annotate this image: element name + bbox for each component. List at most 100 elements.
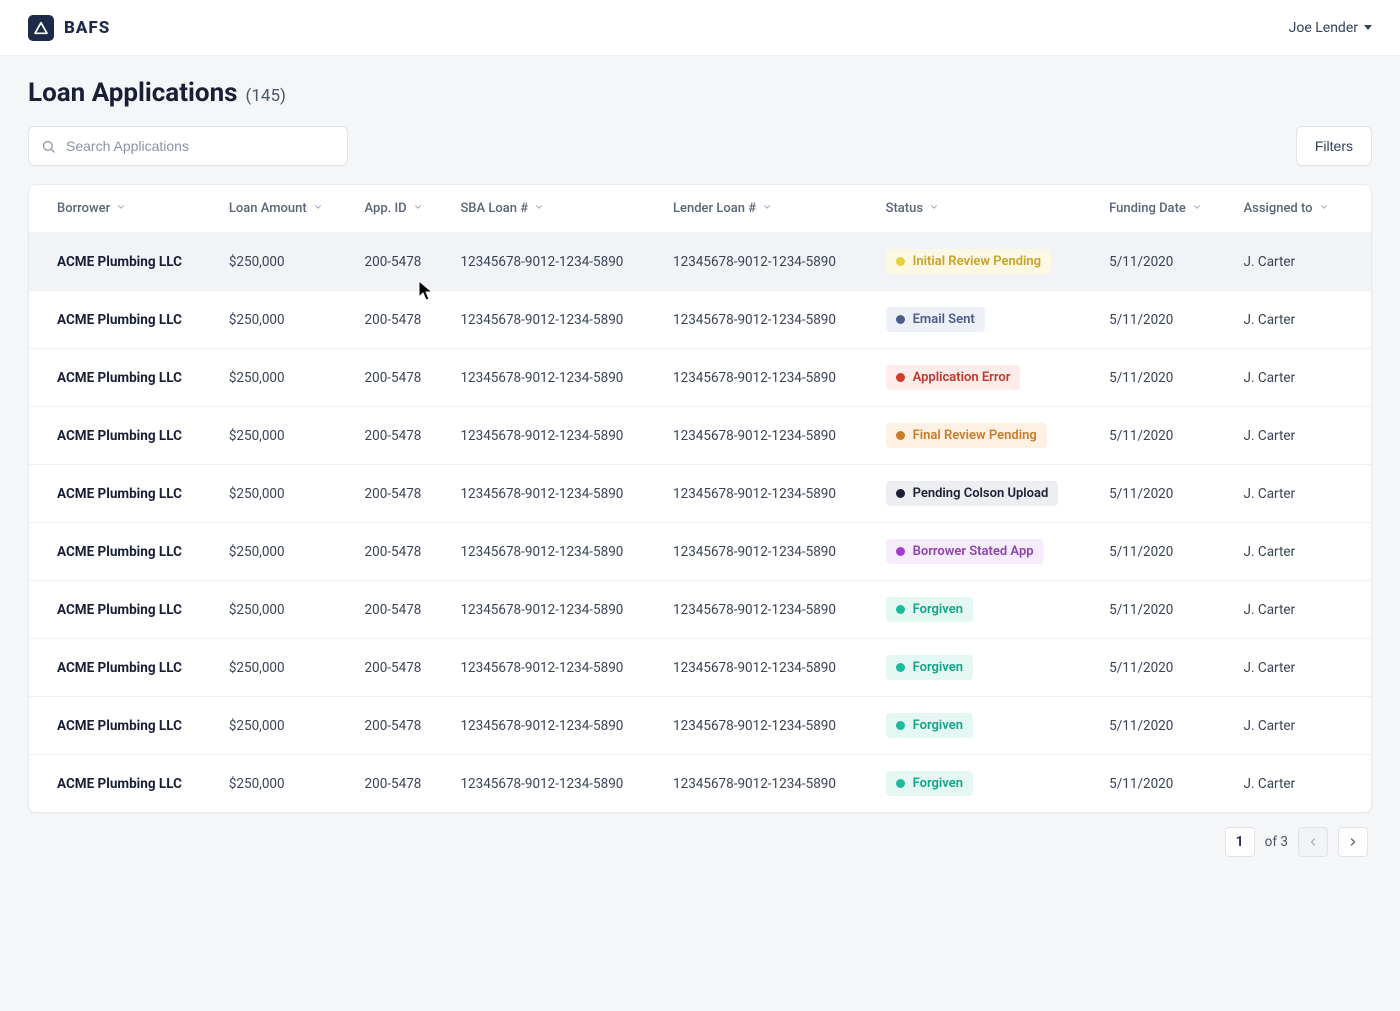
cell-sba-loan: 12345678-9012-1234-5890 — [446, 639, 659, 697]
caret-down-icon — [1364, 25, 1372, 30]
cell-loan-amount: $250,000 — [215, 697, 351, 755]
cell-assigned-to: J. Carter — [1230, 349, 1371, 407]
cell-assigned-to: J. Carter — [1230, 755, 1371, 813]
status-badge: Forgiven — [886, 655, 973, 680]
cell-loan-amount: $250,000 — [215, 523, 351, 581]
column-header-funding_date[interactable]: Funding Date — [1095, 185, 1229, 233]
cell-status: Forgiven — [872, 697, 1096, 755]
column-label: App. ID — [365, 201, 407, 216]
column-header-app_id[interactable]: App. ID — [351, 185, 447, 233]
chevron-down-icon — [929, 201, 939, 216]
page-prev-button[interactable] — [1298, 827, 1328, 857]
table-row[interactable]: ACME Plumbing LLC$250,000200-54781234567… — [29, 291, 1371, 349]
cell-funding-date: 5/11/2020 — [1095, 639, 1229, 697]
table-row[interactable]: ACME Plumbing LLC$250,000200-54781234567… — [29, 639, 1371, 697]
cell-loan-amount: $250,000 — [215, 581, 351, 639]
status-text: Final Review Pending — [913, 428, 1037, 443]
cell-status: Forgiven — [872, 581, 1096, 639]
page-of-label: of 3 — [1265, 834, 1288, 850]
cell-status: Pending Colson Upload — [872, 465, 1096, 523]
table-row[interactable]: ACME Plumbing LLC$250,000200-54781234567… — [29, 465, 1371, 523]
cell-loan-amount: $250,000 — [215, 465, 351, 523]
search-box[interactable] — [28, 126, 348, 166]
cell-app-id: 200-5478 — [351, 523, 447, 581]
cell-sba-loan: 12345678-9012-1234-5890 — [446, 465, 659, 523]
cell-lender-loan: 12345678-9012-1234-5890 — [659, 581, 872, 639]
status-dot-icon — [896, 547, 905, 556]
cell-app-id: 200-5478 — [351, 349, 447, 407]
table-row[interactable]: ACME Plumbing LLC$250,000200-54781234567… — [29, 349, 1371, 407]
status-badge: Forgiven — [886, 597, 973, 622]
cell-borrower: ACME Plumbing LLC — [29, 581, 215, 639]
column-header-borrower[interactable]: Borrower — [29, 185, 215, 233]
status-text: Forgiven — [913, 776, 963, 791]
status-badge: Pending Colson Upload — [886, 481, 1059, 506]
user-name: Joe Lender — [1289, 20, 1358, 36]
cell-status: Initial Review Pending — [872, 233, 1096, 291]
page-next-button[interactable] — [1338, 827, 1368, 857]
table-row[interactable]: ACME Plumbing LLC$250,000200-54781234567… — [29, 697, 1371, 755]
cell-funding-date: 5/11/2020 — [1095, 523, 1229, 581]
cell-sba-loan: 12345678-9012-1234-5890 — [446, 697, 659, 755]
cell-borrower: ACME Plumbing LLC — [29, 233, 215, 291]
page-current[interactable]: 1 — [1225, 827, 1255, 857]
search-input[interactable] — [66, 138, 335, 154]
pagination: 1 of 3 — [28, 813, 1372, 857]
cell-app-id: 200-5478 — [351, 291, 447, 349]
cell-app-id: 200-5478 — [351, 407, 447, 465]
column-label: Assigned to — [1244, 201, 1313, 216]
column-header-status[interactable]: Status — [872, 185, 1096, 233]
status-text: Initial Review Pending — [913, 254, 1041, 269]
cell-assigned-to: J. Carter — [1230, 697, 1371, 755]
cell-loan-amount: $250,000 — [215, 349, 351, 407]
table-row[interactable]: ACME Plumbing LLC$250,000200-54781234567… — [29, 233, 1371, 291]
chevron-down-icon — [313, 201, 323, 216]
cell-funding-date: 5/11/2020 — [1095, 349, 1229, 407]
column-label: Loan Amount — [229, 201, 307, 216]
table-row[interactable]: ACME Plumbing LLC$250,000200-54781234567… — [29, 755, 1371, 813]
chevron-left-icon — [1307, 836, 1319, 848]
table-row[interactable]: ACME Plumbing LLC$250,000200-54781234567… — [29, 407, 1371, 465]
column-header-lender_loan[interactable]: Lender Loan # — [659, 185, 872, 233]
cell-loan-amount: $250,000 — [215, 755, 351, 813]
status-dot-icon — [896, 721, 905, 730]
cell-app-id: 200-5478 — [351, 465, 447, 523]
cell-lender-loan: 12345678-9012-1234-5890 — [659, 523, 872, 581]
applications-table: Borrower Loan Amount App. ID SBA Loan #Lend… — [28, 184, 1372, 813]
cell-borrower: ACME Plumbing LLC — [29, 291, 215, 349]
cell-loan-amount: $250,000 — [215, 233, 351, 291]
status-dot-icon — [896, 373, 905, 382]
table-row[interactable]: ACME Plumbing LLC$250,000200-5478 1234567… — [29, 523, 1371, 581]
status-badge: Email Sent — [886, 307, 985, 332]
column-header-sba_loan[interactable]: SBA Loan # — [446, 185, 659, 233]
chevron-down-icon — [1319, 201, 1329, 216]
column-header-assigned_to[interactable]: Assigned to — [1230, 185, 1371, 233]
status-badge: Initial Review Pending — [886, 249, 1051, 274]
cell-lender-loan: 12345678-9012-1234-5890 — [659, 349, 872, 407]
top-bar: BAFS Joe Lender — [0, 0, 1400, 56]
cell-borrower: ACME Plumbing LLC — [29, 407, 215, 465]
status-dot-icon — [896, 257, 905, 266]
cell-borrower: ACME Plumbing LLC — [29, 523, 215, 581]
cell-app-id: 200-5478 — [351, 581, 447, 639]
search-icon — [41, 139, 56, 154]
cell-lender-loan: 12345678-9012-1234-5890 — [659, 233, 872, 291]
status-dot-icon — [896, 315, 905, 324]
column-header-amount[interactable]: Loan Amount — [215, 185, 351, 233]
cell-lender-loan: 12345678-9012-1234-5890 — [659, 465, 872, 523]
chevron-down-icon — [534, 201, 544, 216]
status-text: Pending Colson Upload — [913, 486, 1049, 501]
cell-sba-loan: 12345678-9012-1234-5890 — [446, 349, 659, 407]
cell-lender-loan: 12345678-9012-1234-5890 — [659, 639, 872, 697]
status-badge: Forgiven — [886, 771, 973, 796]
status-dot-icon — [896, 779, 905, 788]
cell-funding-date: 5/11/2020 — [1095, 407, 1229, 465]
cell-loan-amount: $250,000 — [215, 407, 351, 465]
cell-loan-amount: $250,000 — [215, 291, 351, 349]
user-menu[interactable]: Joe Lender — [1289, 20, 1372, 36]
filters-button[interactable]: Filters — [1296, 126, 1372, 166]
brand-name: BAFS — [64, 18, 110, 38]
brand: BAFS — [28, 15, 110, 41]
table-row[interactable]: ACME Plumbing LLC$250,000200-5478 1234567… — [29, 581, 1371, 639]
cell-status: Forgiven — [872, 755, 1096, 813]
